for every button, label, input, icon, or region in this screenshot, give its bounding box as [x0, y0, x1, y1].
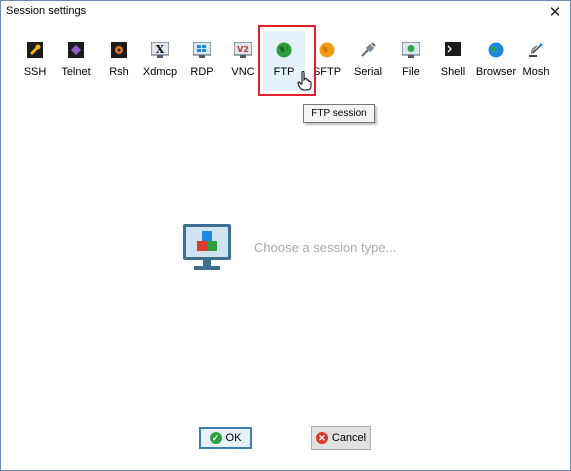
session-type-mosh[interactable]: Mosh — [521, 31, 551, 83]
cancel-x-icon: ✕ — [315, 432, 328, 444]
check-icon: ✓ — [209, 432, 222, 444]
session-type-serial[interactable]: Serial — [353, 31, 383, 83]
session-type-label: Shell — [440, 66, 466, 78]
svg-text:V2: V2 — [237, 45, 249, 54]
session-type-xdmcp[interactable]: X Xdmcp — [143, 31, 177, 83]
session-type-label: SSH — [23, 66, 47, 78]
session-type-label: Telnet — [61, 66, 91, 78]
monitor-cubes-icon — [183, 224, 231, 270]
session-type-label: Serial — [353, 66, 383, 78]
session-type-sftp[interactable]: SFTP — [313, 31, 341, 83]
hand-cursor-icon — [297, 71, 312, 91]
svg-text:X: X — [156, 43, 165, 56]
ok-button[interactable]: ✓ OK — [199, 427, 252, 449]
session-type-shell[interactable]: Shell — [439, 31, 467, 83]
session-type-vnc[interactable]: V2 VNC — [229, 31, 257, 83]
telnet-icon — [67, 41, 85, 59]
title-bar: Session settings ✕ — [1, 1, 570, 23]
session-type-label: Browser — [475, 66, 517, 78]
session-type-label: Xdmcp — [142, 66, 178, 78]
browser-globe-icon — [487, 41, 505, 59]
mosh-satellite-icon — [527, 41, 545, 59]
session-type-label: Mosh — [522, 66, 550, 78]
ok-label: OK — [225, 432, 242, 444]
ftp-tooltip: FTP session — [303, 104, 375, 123]
session-type-label: File — [402, 66, 420, 78]
session-type-browser[interactable]: Browser — [475, 31, 517, 83]
session-type-file[interactable]: File — [399, 31, 423, 83]
file-monitor-icon — [402, 41, 420, 59]
rdp-icon — [193, 41, 211, 59]
shell-terminal-icon — [444, 41, 462, 59]
session-type-label: RDP — [190, 66, 214, 78]
session-type-label: Rsh — [109, 66, 129, 78]
window-title: Session settings — [6, 5, 87, 17]
session-type-label: VNC — [231, 66, 255, 78]
ssh-wrench-icon — [26, 41, 44, 59]
rsh-icon — [110, 41, 128, 59]
serial-plug-icon — [359, 41, 377, 59]
cancel-button[interactable]: ✕ Cancel — [311, 426, 371, 450]
sftp-icon — [318, 41, 336, 59]
session-type-ssh[interactable]: SSH — [19, 31, 51, 83]
session-type-rdp[interactable]: RDP — [189, 31, 215, 83]
session-settings-dialog: Session settings ✕ SSH Telnet Rsh X Xdmc… — [0, 0, 571, 471]
choose-session-text: Choose a session type... — [254, 240, 397, 255]
close-icon[interactable]: ✕ — [544, 2, 566, 22]
vnc-icon: V2 — [234, 41, 252, 59]
cancel-label: Cancel — [331, 432, 367, 444]
session-type-label: SFTP — [312, 66, 342, 78]
xdmcp-icon: X — [151, 41, 169, 59]
session-type-telnet[interactable]: Telnet — [59, 31, 93, 83]
session-type-rsh[interactable]: Rsh — [107, 31, 131, 83]
